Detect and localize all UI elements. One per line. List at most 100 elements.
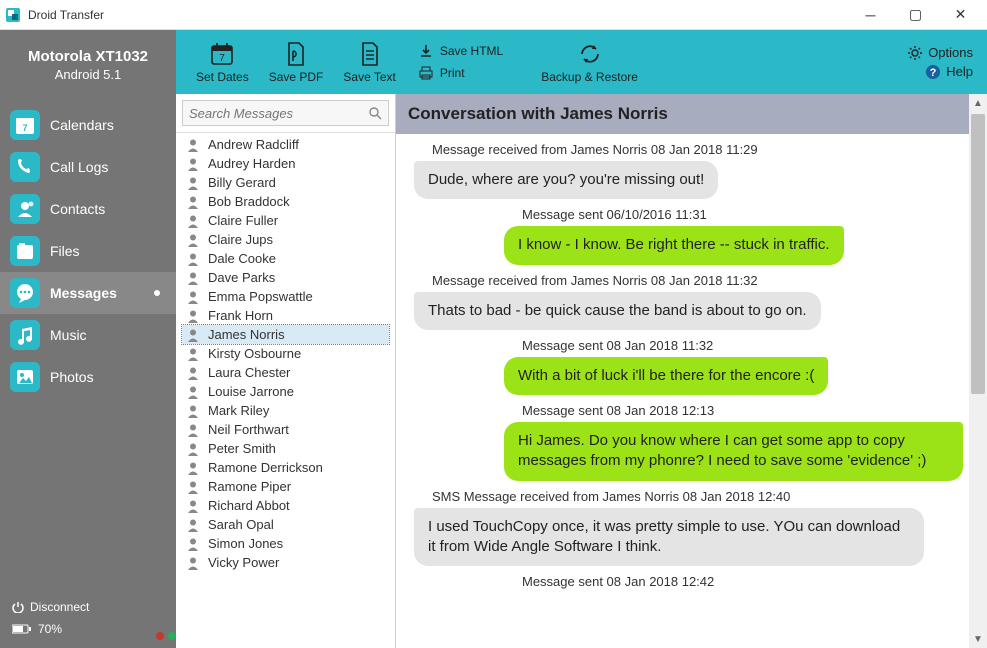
contact-item[interactable]: Louise Jarrone <box>182 382 389 401</box>
save-pdf-label: Save PDF <box>269 70 324 84</box>
contact-name: Richard Abbot <box>208 498 290 513</box>
contact-item[interactable]: Sarah Opal <box>182 515 389 534</box>
contact-list[interactable]: Andrew RadcliffAudrey HardenBilly Gerard… <box>176 133 395 648</box>
contact-item[interactable]: Dale Cooke <box>182 249 389 268</box>
nav-label: Contacts <box>50 201 105 217</box>
disconnect-button[interactable]: Disconnect <box>12 596 164 618</box>
message-meta: SMS Message received from James Norris 0… <box>432 489 963 504</box>
person-icon <box>186 233 200 247</box>
photos-icon <box>10 362 40 392</box>
status-dot-green <box>168 632 176 640</box>
scroll-up-arrow[interactable]: ▲ <box>969 94 987 112</box>
contact-item[interactable]: Bob Braddock <box>182 192 389 211</box>
contact-name: Ramone Derrickson <box>208 460 323 475</box>
sidebar-item-photos[interactable]: Photos <box>0 356 176 398</box>
contact-item[interactable]: Claire Jups <box>182 230 389 249</box>
close-button[interactable]: ✕ <box>938 0 983 30</box>
svg-text:7: 7 <box>220 53 226 64</box>
sync-icon <box>576 41 604 67</box>
person-icon <box>186 176 200 190</box>
text-file-icon <box>358 41 382 67</box>
contact-name: Kirsty Osbourne <box>208 346 301 361</box>
nav-label: Messages <box>50 285 117 301</box>
contact-name: Claire Jups <box>208 232 273 247</box>
options-button[interactable]: Options <box>907 45 973 61</box>
maximize-button[interactable]: ▢ <box>893 0 938 30</box>
contact-item[interactable]: Richard Abbot <box>182 496 389 515</box>
person-icon <box>186 499 200 513</box>
person-icon <box>186 518 200 532</box>
search-icon[interactable] <box>368 106 382 120</box>
minimize-button[interactable]: ─ <box>848 0 893 30</box>
print-button[interactable]: Print <box>414 63 507 83</box>
window-title: Droid Transfer <box>28 8 848 22</box>
backup-restore-button[interactable]: Backup & Restore <box>531 37 648 88</box>
contact-item[interactable]: Peter Smith <box>182 439 389 458</box>
sidebar-item-contacts[interactable]: Contacts <box>0 188 176 230</box>
help-button[interactable]: ? Help <box>925 64 973 80</box>
search-wrap <box>182 100 389 126</box>
contact-item[interactable]: Frank Horn <box>182 306 389 325</box>
save-text-label: Save Text <box>343 70 395 84</box>
scroll-down-arrow[interactable]: ▼ <box>969 630 987 648</box>
contact-item[interactable]: Vicky Power <box>182 553 389 572</box>
app-icon <box>4 6 22 24</box>
sidebar-item-messages[interactable]: Messages <box>0 272 176 314</box>
calendar-icon: 7 <box>10 110 40 140</box>
message-bubble-sent: Hi James. Do you know where I can get so… <box>504 422 963 481</box>
message-meta: Message received from James Norris 08 Ja… <box>432 273 963 288</box>
contact-name: Louise Jarrone <box>208 384 294 399</box>
scrollbar[interactable]: ▲ ▼ <box>969 94 987 648</box>
contact-item[interactable]: Dave Parks <box>182 268 389 287</box>
contact-item[interactable]: Kirsty Osbourne <box>182 344 389 363</box>
backup-restore-label: Backup & Restore <box>541 70 638 84</box>
svg-text:7: 7 <box>22 123 27 133</box>
person-icon <box>186 385 200 399</box>
chat-scroll[interactable]: Conversation with James Norris Message r… <box>396 94 969 648</box>
contact-item[interactable]: Claire Fuller <box>182 211 389 230</box>
contact-item[interactable]: Emma Popswattle <box>182 287 389 306</box>
nav-label: Call Logs <box>50 159 108 175</box>
person-icon <box>186 157 200 171</box>
message-meta: Message sent 08 Jan 2018 12:13 <box>522 403 963 418</box>
gear-icon <box>907 45 923 61</box>
person-icon <box>186 347 200 361</box>
person-icon <box>186 537 200 551</box>
sidebar-item-music[interactable]: Music <box>0 314 176 356</box>
sidebar-item-files[interactable]: Files <box>0 230 176 272</box>
set-dates-button[interactable]: 7 Set Dates <box>186 37 259 88</box>
contact-item[interactable]: Andrew Radcliff <box>182 135 389 154</box>
contact-item[interactable]: Billy Gerard <box>182 173 389 192</box>
contact-name: Bob Braddock <box>208 194 290 209</box>
contact-item[interactable]: Audrey Harden <box>182 154 389 173</box>
contact-item[interactable]: Neil Forthwart <box>182 420 389 439</box>
sidebar-item-calendars[interactable]: 7 Calendars <box>0 104 176 146</box>
toolbar: 7 Set Dates Save PDF Save Text <box>176 30 987 94</box>
pdf-icon <box>284 41 308 67</box>
contact-item[interactable]: Simon Jones <box>182 534 389 553</box>
save-text-button[interactable]: Save Text <box>333 37 405 88</box>
contact-name: Frank Horn <box>208 308 273 323</box>
contact-item[interactable]: Mark Riley <box>182 401 389 420</box>
save-pdf-button[interactable]: Save PDF <box>259 37 334 88</box>
contact-item[interactable]: Laura Chester <box>182 363 389 382</box>
contact-item[interactable]: James Norris <box>182 325 389 344</box>
nav-label: Calendars <box>50 117 114 133</box>
message-bubble-sent: I know - I know. Be right there -- stuck… <box>504 226 844 264</box>
print-icon <box>418 65 434 81</box>
person-icon <box>186 461 200 475</box>
scrollbar-thumb[interactable] <box>971 114 985 394</box>
person-icon <box>186 214 200 228</box>
sidebar-item-call-logs[interactable]: Call Logs <box>0 146 176 188</box>
contact-name: Peter Smith <box>208 441 276 456</box>
device-os: Android 5.1 <box>8 67 168 82</box>
person-icon <box>186 271 200 285</box>
search-input[interactable] <box>189 106 368 121</box>
phone-icon <box>10 152 40 182</box>
contact-item[interactable]: Ramone Derrickson <box>182 458 389 477</box>
save-html-button[interactable]: Save HTML <box>414 41 507 61</box>
person-icon <box>186 309 200 323</box>
contact-item[interactable]: Ramone Piper <box>182 477 389 496</box>
person-icon <box>186 556 200 570</box>
person-icon <box>186 138 200 152</box>
